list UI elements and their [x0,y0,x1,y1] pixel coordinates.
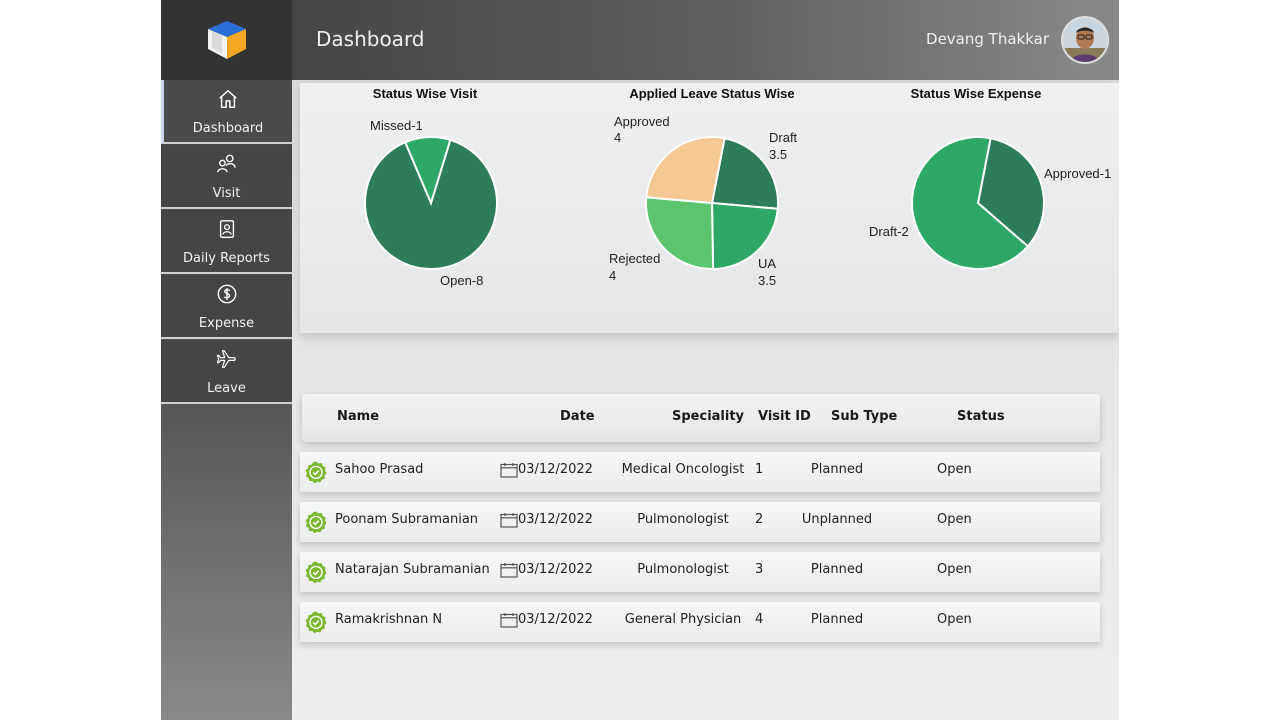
cell-visit-id: 2 [755,512,764,527]
cell-status: Open [937,612,972,627]
cell-date: 03/12/2022 [518,462,593,477]
charts-canvas: Status Wise Visit Missed-1 Open-8 Applie… [364,86,1111,288]
check-badge-icon [305,611,327,634]
slice-label: Approved-1 [1044,166,1111,181]
slice-label: 3.5 [769,147,787,162]
sidebar-item-label: Leave [207,381,246,396]
slice-label: Draft [769,130,798,145]
cell-visit-id: 3 [755,562,764,577]
cell-date: 03/12/2022 [518,612,593,627]
cell-status: Open [937,462,972,477]
cell-date: 03/12/2022 [518,512,593,527]
avatar[interactable] [1061,16,1109,64]
sidebar: Dashboard Visit Daily Reports Expense Le… [161,0,292,720]
cell-name: Natarajan Subramanian [335,562,490,577]
chart-title: Status Wise Visit [373,86,478,101]
charts-panel: Status Wise Visit Missed-1 Open-8 Applie… [300,83,1119,333]
cell-sub-type: Unplanned [801,512,873,527]
table-header: Name Date Speciality Visit ID Sub Type S… [302,394,1100,442]
column-header-date[interactable]: Date [560,409,595,424]
cell-date: 03/12/2022 [518,562,593,577]
dollar-icon [217,284,236,304]
sidebar-item-label: Expense [198,316,255,331]
cell-status: Open [937,512,972,527]
pie-slice[interactable] [645,136,726,205]
cell-speciality: Pulmonologist [637,512,729,527]
logo [161,0,292,80]
slice-label: Draft-2 [869,224,909,239]
cell-speciality: Medical Oncologist [621,462,745,477]
column-header-speciality[interactable]: Speciality [672,409,744,424]
cell-name: Ramakrishnan N [335,612,443,627]
check-badge-icon [305,511,327,534]
cell-visit-id: 4 [755,612,764,627]
cell-status: Open [937,562,972,577]
table-row[interactable]: Poonam Subramanian 03/12/2022 Pulmonolog… [300,502,1100,542]
sidebar-item-daily-reports[interactable]: Daily Reports [161,210,292,274]
table-row[interactable]: Natarajan Subramanian 03/12/2022 Pulmono… [300,552,1100,592]
column-header-name[interactable]: Name [337,409,379,424]
slice-label: UA [758,256,776,271]
people-icon [216,154,236,173]
check-badge-icon [305,461,327,484]
column-header-sub-type[interactable]: Sub Type [831,409,897,424]
pie-chart-leave [645,136,779,271]
cell-speciality: General Physician [624,612,742,627]
home-icon [219,90,237,108]
calendar-icon [500,563,518,578]
cell-sub-type: Planned [810,612,864,627]
cell-name: Sahoo Prasad [335,462,424,477]
airplane-icon [216,350,236,368]
slice-label: Missed-1 [370,118,423,133]
check-badge-icon [305,561,327,584]
slice-label: Rejected [609,251,660,266]
slice-label: 4 [609,268,616,283]
sidebar-item-expense[interactable]: Expense [161,275,292,339]
cell-sub-type: Planned [810,562,864,577]
calendar-icon [500,613,518,628]
user-name: Devang Thakkar [926,30,1049,48]
chart-title: Applied Leave Status Wise [629,86,794,101]
sidebar-item-leave[interactable]: Leave [161,340,292,404]
sidebar-item-label: Dashboard [192,121,264,136]
header-bar: Dashboard Devang Thakkar [292,0,1119,80]
cell-sub-type: Planned [810,462,864,477]
sidebar-item-dashboard[interactable]: Dashboard [161,80,292,144]
table-row[interactable]: Sahoo Prasad 03/12/2022 Medical Oncologi… [300,452,1100,492]
pie-chart-visit [364,136,498,270]
slice-label: 4 [614,130,621,145]
column-header-status[interactable]: Status [957,409,1005,424]
main-content: Status Wise Visit Missed-1 Open-8 Applie… [292,80,1119,720]
logo-cube-icon [208,21,246,59]
pie-chart-expense [911,136,1045,270]
sidebar-item-label: Daily Reports [183,251,270,266]
sidebar-item-visit[interactable]: Visit [161,145,292,209]
chart-title: Status Wise Expense [911,86,1042,101]
cell-visit-id: 1 [755,462,764,477]
table-row[interactable]: Ramakrishnan N 03/12/2022 General Physic… [300,602,1100,642]
app-window: Dashboard Visit Daily Reports Expense Le… [161,0,1119,720]
cell-speciality: Pulmonologist [637,562,729,577]
cell-name: Poonam Subramanian [335,512,479,527]
slice-label: Approved [614,114,670,129]
slice-label: Open-8 [440,273,483,288]
calendar-icon [500,463,518,478]
calendar-icon [500,513,518,528]
page-title: Dashboard [316,27,425,51]
column-header-visit-id[interactable]: Visit ID [758,409,811,424]
sidebar-item-label: Visit [212,186,241,201]
user-photo [1063,18,1107,62]
slice-label: 3.5 [758,273,776,288]
report-icon [219,220,234,238]
